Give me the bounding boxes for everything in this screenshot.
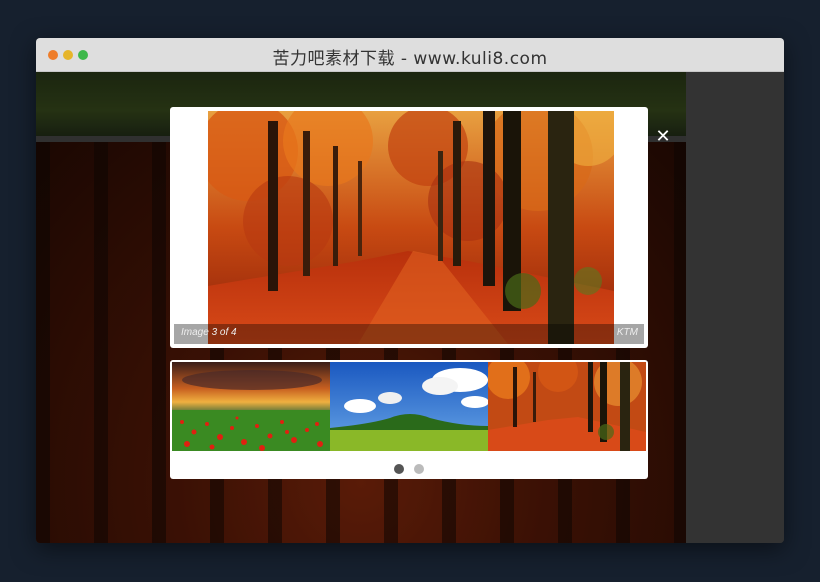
autumn-forest-thumb-image [488,362,646,451]
close-icon[interactable]: ✕ [654,128,672,146]
image-counter: Image 3 of 4 [181,327,237,338]
thumbnail-panel [170,360,648,479]
main-image-frame: Image 3 of 4 KTM [174,111,644,344]
pager-dot-1[interactable] [394,464,405,474]
right-pane [686,72,784,543]
thumbnail-strip [172,362,646,451]
page-content: ✕ Image 3 of 4 KTM [36,72,784,543]
lightbox-main: Image 3 of 4 KTM [170,107,648,348]
pager-dot-2[interactable] [413,464,424,474]
autumn-forest-photo [208,111,614,344]
thumbnail-green-hill[interactable] [330,362,488,451]
thumbnail-poppy-field[interactable] [172,362,330,451]
browser-window: 苦力吧素材下载 - www.kuli8.com ✕ Image 3 of 4 K… [36,38,784,543]
poppy-field-image [172,362,330,451]
image-title: KTM [616,327,638,338]
thumbnail-autumn-forest[interactable] [488,362,646,451]
window-title: 苦力吧素材下载 - www.kuli8.com [272,49,548,69]
caption-bar: Image 3 of 4 KTM [174,324,644,344]
title-bar: 苦力吧素材下载 - www.kuli8.com [36,38,784,72]
thumbnail-pager [170,459,648,474]
green-hill-image [330,362,488,451]
main-photo[interactable] [208,111,614,344]
